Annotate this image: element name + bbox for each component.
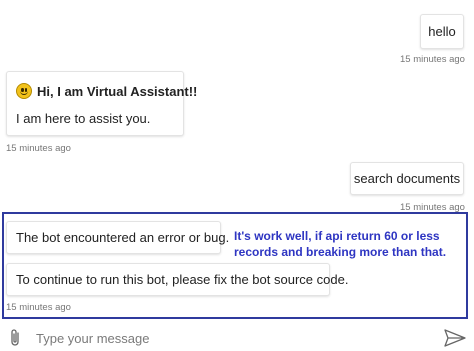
bot-error-text: To continue to run this bot, please fix … [16, 272, 349, 287]
bot-greeting-title: Hi, I am Virtual Assistant!! [37, 83, 198, 99]
paperclip-icon[interactable] [8, 328, 22, 348]
message-timestamp: 15 minutes ago [6, 302, 71, 313]
annotation-note: It's work well, if api return 60 or less… [234, 229, 447, 259]
bot-message-bubble: Hi, I am Virtual Assistant!! I am here t… [6, 71, 197, 136]
send-icon[interactable] [444, 329, 466, 347]
user-message-bubble: search documents [350, 162, 464, 195]
user-message-text: hello [428, 24, 456, 39]
message-input[interactable] [36, 327, 426, 349]
bot-greeting-text: I am here to assist you. [16, 111, 151, 126]
user-message-bubble: hello [420, 14, 464, 49]
bot-greeting-title-row: Hi, I am Virtual Assistant!! [16, 83, 197, 99]
message-timestamp: 15 minutes ago [400, 54, 465, 65]
bot-error-text: The bot encountered an error or bug. [16, 230, 230, 245]
message-input-bar [0, 323, 474, 351]
message-timestamp: 15 minutes ago [6, 143, 71, 154]
bot-error-bubble: The bot encountered an error or bug. [6, 221, 229, 254]
smiley-icon [16, 83, 32, 99]
user-message-text: search documents [353, 171, 461, 186]
bot-error-bubble: To continue to run this bot, please fix … [6, 263, 348, 296]
